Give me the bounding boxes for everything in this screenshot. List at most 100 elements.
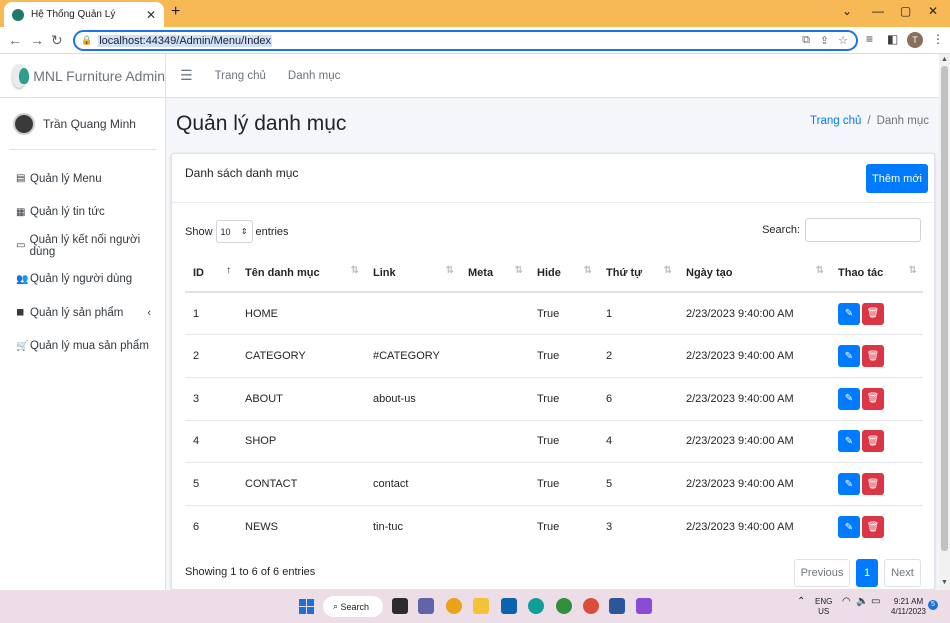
file-explorer-icon[interactable] bbox=[473, 598, 489, 614]
edit-icon[interactable]: ✎ bbox=[838, 516, 860, 539]
brand-link[interactable]: MNL Furniture Admin bbox=[0, 54, 165, 98]
mail-icon[interactable] bbox=[501, 598, 517, 614]
trash-icon[interactable]: 🗑 bbox=[862, 516, 884, 539]
col-header-link[interactable]: Link ⇅ bbox=[365, 254, 460, 293]
sidebar-menu: ▤ Quản lý Menu ▦ Quản lý tin tức ▭ Quản … bbox=[0, 162, 165, 363]
sidebar-item-users[interactable]: 👥 Quản lý người dùng bbox=[0, 263, 165, 297]
sidebar-item-purchases[interactable]: 🛒 Quản lý mua sản phẩm bbox=[0, 330, 165, 364]
sidebar-item-products[interactable]: ◼ Quản lý sản phẩm ‹ bbox=[0, 296, 165, 330]
breadcrumb: Trang chủ / Danh mục bbox=[810, 115, 929, 127]
nav-home-link[interactable]: Trang chủ bbox=[215, 70, 266, 82]
add-new-button[interactable]: Thêm mới bbox=[866, 164, 928, 193]
new-tab-button[interactable]: + bbox=[171, 3, 180, 21]
hamburger-icon[interactable]: ☰ bbox=[180, 67, 193, 84]
word-icon[interactable] bbox=[609, 598, 625, 614]
language-indicator[interactable]: ENG US bbox=[815, 597, 832, 617]
table-icon: ▤ bbox=[16, 173, 26, 185]
col-header-name[interactable]: Tên danh mục ⇅ bbox=[237, 254, 365, 293]
chrome-icon[interactable] bbox=[446, 598, 462, 614]
sort-asc-icon: ↑ bbox=[226, 265, 231, 276]
sort-icon: ⇅ bbox=[663, 265, 672, 276]
edit-icon[interactable]: ✎ bbox=[838, 473, 860, 496]
select-arrows-icon: ⇕ bbox=[240, 227, 248, 236]
battery-icon[interactable]: ▭ bbox=[871, 597, 880, 607]
browser-tab[interactable]: Hệ Thống Quản Lý ✕ bbox=[4, 2, 164, 27]
tray-chevron-icon[interactable]: ⌃ bbox=[797, 597, 805, 607]
col-header-actions[interactable]: Thao tác ⇅ bbox=[830, 254, 923, 293]
browser-tab-strip: Hệ Thống Quản Lý ✕ + ⌄ — ▢ ✕ bbox=[0, 0, 950, 27]
window-close-icon[interactable]: ✕ bbox=[928, 4, 938, 18]
volume-icon[interactable]: 🔈 bbox=[856, 597, 868, 607]
prev-page-button[interactable]: Previous bbox=[794, 559, 850, 587]
scroll-down-icon[interactable]: ▼ bbox=[941, 579, 948, 586]
breadcrumb-separator: / bbox=[867, 115, 871, 127]
row-actions: ✎ 🗑 bbox=[830, 292, 923, 335]
trash-icon[interactable]: 🗑 bbox=[862, 345, 884, 368]
sort-icon: ⇅ bbox=[445, 265, 454, 276]
breadcrumb-home-link[interactable]: Trang chủ bbox=[810, 115, 861, 127]
user-panel[interactable]: Trần Quang Minh bbox=[9, 98, 156, 150]
page-1-button[interactable]: 1 bbox=[856, 559, 878, 587]
reload-icon[interactable]: ↻ bbox=[51, 32, 63, 49]
profile-avatar[interactable]: T bbox=[907, 32, 923, 48]
visual-studio-icon[interactable] bbox=[636, 598, 652, 614]
task-view-icon[interactable] bbox=[392, 598, 408, 614]
trash-icon[interactable]: 🗑 bbox=[862, 302, 884, 325]
page-length-control: Show 10 ⇕ entries bbox=[185, 220, 289, 243]
chrome-profile-icon[interactable] bbox=[556, 598, 572, 614]
sidebar-item-news[interactable]: ▦ Quản lý tin tức bbox=[0, 196, 165, 230]
sidebar: MNL Furniture Admin Trần Quang Minh ▤ Qu… bbox=[0, 54, 166, 590]
col-header-meta[interactable]: Meta ⇅ bbox=[460, 254, 529, 293]
wifi-icon[interactable]: ◠ bbox=[842, 597, 851, 607]
scrollbar-thumb[interactable] bbox=[941, 66, 948, 551]
reading-list-icon[interactable]: ≡ bbox=[866, 32, 873, 46]
windows-start-icon[interactable] bbox=[299, 599, 314, 614]
url-text[interactable]: localhost:44349/Admin/Menu/Index bbox=[98, 34, 273, 47]
maximize-icon[interactable]: ▢ bbox=[900, 4, 911, 18]
row-actions: ✎ 🗑 bbox=[830, 462, 923, 506]
share-icon[interactable]: ⇪ bbox=[820, 34, 829, 47]
pagination: Previous 1 Next bbox=[794, 559, 921, 587]
page-length-select[interactable]: 10 ⇕ bbox=[215, 220, 253, 243]
table-info: Showing 1 to 6 of 6 entries bbox=[185, 566, 316, 578]
users-icon: 👥 bbox=[16, 273, 29, 285]
search-label: Search: bbox=[762, 224, 800, 236]
nav-category-link[interactable]: Danh mục bbox=[288, 70, 340, 82]
edit-icon[interactable]: ✎ bbox=[838, 345, 860, 368]
trash-icon[interactable]: 🗑 bbox=[862, 430, 884, 453]
col-header-id[interactable]: ID ↑ bbox=[185, 254, 237, 293]
next-page-button[interactable]: Next bbox=[884, 559, 921, 587]
side-panel-icon[interactable]: ◧ bbox=[887, 32, 898, 46]
tab-close-icon[interactable]: ✕ bbox=[146, 8, 156, 22]
browser-toolbar: ← → ↻ 🔒 localhost:44349/Admin/Menu/Index… bbox=[0, 27, 950, 54]
trash-icon[interactable]: 🗑 bbox=[862, 387, 884, 410]
table-row: 6 NEWS tin-tuc True 3 2/23/2023 9:40:00 AM ✎ 🗑 bbox=[185, 504, 923, 549]
col-header-order[interactable]: Thứ tự ⇅ bbox=[598, 254, 678, 293]
address-bar[interactable]: 🔒 localhost:44349/Admin/Menu/Index ⧉ ⇪ ☆ bbox=[73, 30, 858, 51]
scroll-up-icon[interactable]: ▲ bbox=[941, 56, 948, 63]
search-input[interactable] bbox=[805, 218, 921, 242]
clock[interactable]: 9:21 AM 4/11/2023 bbox=[891, 597, 926, 617]
translate-icon[interactable]: ⧉ bbox=[802, 34, 810, 47]
minimize-icon[interactable]: — bbox=[872, 4, 884, 18]
vertical-scrollbar[interactable]: ▲ ▼ bbox=[939, 54, 950, 590]
col-header-hide[interactable]: Hide ⇅ bbox=[529, 254, 598, 293]
teams-icon[interactable] bbox=[418, 598, 434, 614]
menu-kebab-icon[interactable]: ⋮ bbox=[932, 32, 944, 46]
edge-icon[interactable] bbox=[528, 598, 544, 614]
chrome-active-icon[interactable] bbox=[583, 598, 599, 614]
trash-icon[interactable]: 🗑 bbox=[862, 473, 884, 496]
sidebar-item-menu[interactable]: ▤ Quản lý Menu bbox=[0, 162, 165, 196]
tab-search-icon[interactable]: ⌄ bbox=[842, 4, 852, 18]
taskbar-search-button[interactable]: ⌕ Search bbox=[323, 596, 383, 617]
bookmark-star-icon[interactable]: ☆ bbox=[838, 34, 848, 47]
brand-name: MNL Furniture Admin bbox=[33, 67, 165, 84]
forward-icon[interactable]: → bbox=[30, 32, 44, 48]
col-header-created[interactable]: Ngày tạo ⇅ bbox=[678, 254, 830, 293]
edit-icon[interactable]: ✎ bbox=[838, 302, 860, 325]
edit-icon[interactable]: ✎ bbox=[838, 430, 860, 453]
back-icon[interactable]: ← bbox=[8, 32, 22, 48]
sidebar-item-user-connections[interactable]: ▭ Quản lý kết nối người dùng bbox=[0, 229, 165, 263]
notification-badge[interactable]: 5 bbox=[928, 600, 938, 610]
edit-icon[interactable]: ✎ bbox=[838, 387, 860, 410]
